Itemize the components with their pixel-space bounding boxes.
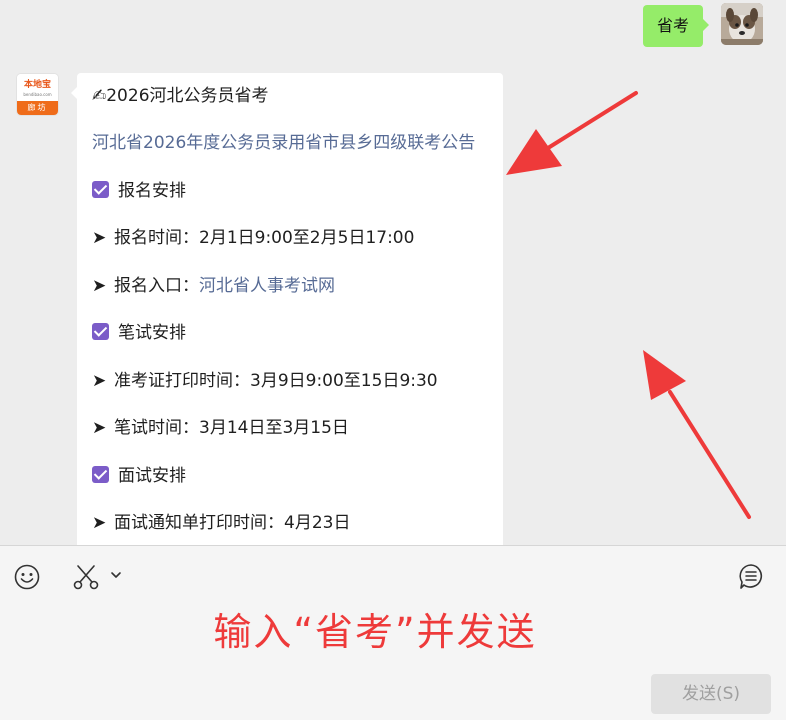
official-account-avatar[interactable]: 本地宝 bendibao.com 廊坊 — [16, 73, 59, 116]
registration-time-value: 2月1日9:00至2月5日17:00 — [199, 228, 415, 248]
interview-heading: 面试安排 — [92, 464, 186, 488]
checkbox-icon — [92, 466, 109, 483]
scissors-icon[interactable] — [72, 564, 100, 590]
registration-entry-link[interactable]: 河北省人事考试网 — [199, 276, 335, 296]
admit-card-label: 准考证打印时间： — [114, 371, 250, 391]
interview-heading-text: 面试安排 — [118, 466, 186, 486]
dog-avatar-image — [721, 3, 763, 45]
arrow-bullet-icon: ➤ — [92, 513, 107, 533]
outgoing-message-bubble[interactable]: 省考 — [642, 5, 710, 47]
chat-history-icon[interactable] — [738, 563, 764, 591]
emoji-icon[interactable] — [14, 564, 40, 590]
interview-notice-value: 4月23日 — [284, 513, 351, 533]
message-title: ✍2026河北公务员省考 — [92, 86, 269, 106]
chevron-down-icon[interactable] — [109, 568, 123, 582]
interview-notice-line: ➤ 面试通知单打印时间：4月23日 — [92, 511, 350, 535]
arrow-bullet-icon: ➤ — [92, 418, 107, 438]
message-input-area[interactable]: 输入“省考”并发送 发送(S) — [0, 545, 786, 720]
send-button[interactable]: 发送(S) — [651, 674, 771, 714]
user-avatar[interactable] — [721, 3, 763, 45]
written-exam-time-line: ➤ 笔试时间：3月14日至3月15日 — [92, 416, 349, 440]
registration-heading-text: 报名安排 — [118, 181, 186, 201]
logo-city: 廊坊 — [17, 101, 58, 115]
registration-entry-line: ➤ 报名入口：河北省人事考试网 — [92, 274, 335, 298]
checkbox-icon — [92, 323, 109, 340]
bendibao-logo: 本地宝 bendibao.com — [17, 74, 58, 102]
registration-time-label: 报名时间： — [114, 228, 199, 248]
checkbox-icon — [92, 181, 109, 198]
arrow-bullet-icon: ➤ — [92, 228, 107, 248]
outgoing-message-text: 省考 — [656, 16, 689, 35]
annotation-arrow-lower — [643, 350, 751, 519]
announcement-link[interactable]: 河北省2026年度公务员录用省市县乡四级联考公告 — [92, 131, 475, 155]
annotation-arrow-upper — [506, 91, 638, 175]
logo-name: 本地宝 — [23, 80, 51, 90]
registration-time-line: ➤ 报名时间：2月1日9:00至2月5日17:00 — [92, 226, 414, 250]
logo-domain: bendibao.com — [23, 92, 52, 97]
instruction-annotation: 输入“省考”并发送 — [213, 610, 537, 654]
arrow-bullet-icon: ➤ — [92, 276, 107, 296]
interview-notice-label: 面试通知单打印时间： — [114, 513, 284, 533]
written-heading-text: 笔试安排 — [118, 323, 186, 343]
written-heading: 笔试安排 — [92, 321, 186, 345]
written-exam-label: 笔试时间： — [114, 418, 199, 438]
written-exam-value: 3月14日至3月15日 — [199, 418, 349, 438]
registration-entry-label: 报名入口： — [114, 276, 199, 296]
admit-card-time-line: ➤ 准考证打印时间：3月9日9:00至15日9:30 — [92, 369, 438, 393]
arrow-bullet-icon: ➤ — [92, 371, 107, 391]
incoming-message-bubble[interactable]: ✍2026河北公务员省考 河北省2026年度公务员录用省市县乡四级联考公告 报名… — [71, 73, 503, 545]
admit-card-value: 3月9日9:00至15日9:30 — [250, 371, 438, 391]
chat-message-area: 省考 本地宝 bendibao.com 廊坊 ✍2026河北公务员省考 河北省2… — [0, 0, 786, 545]
registration-heading: 报名安排 — [92, 179, 186, 203]
